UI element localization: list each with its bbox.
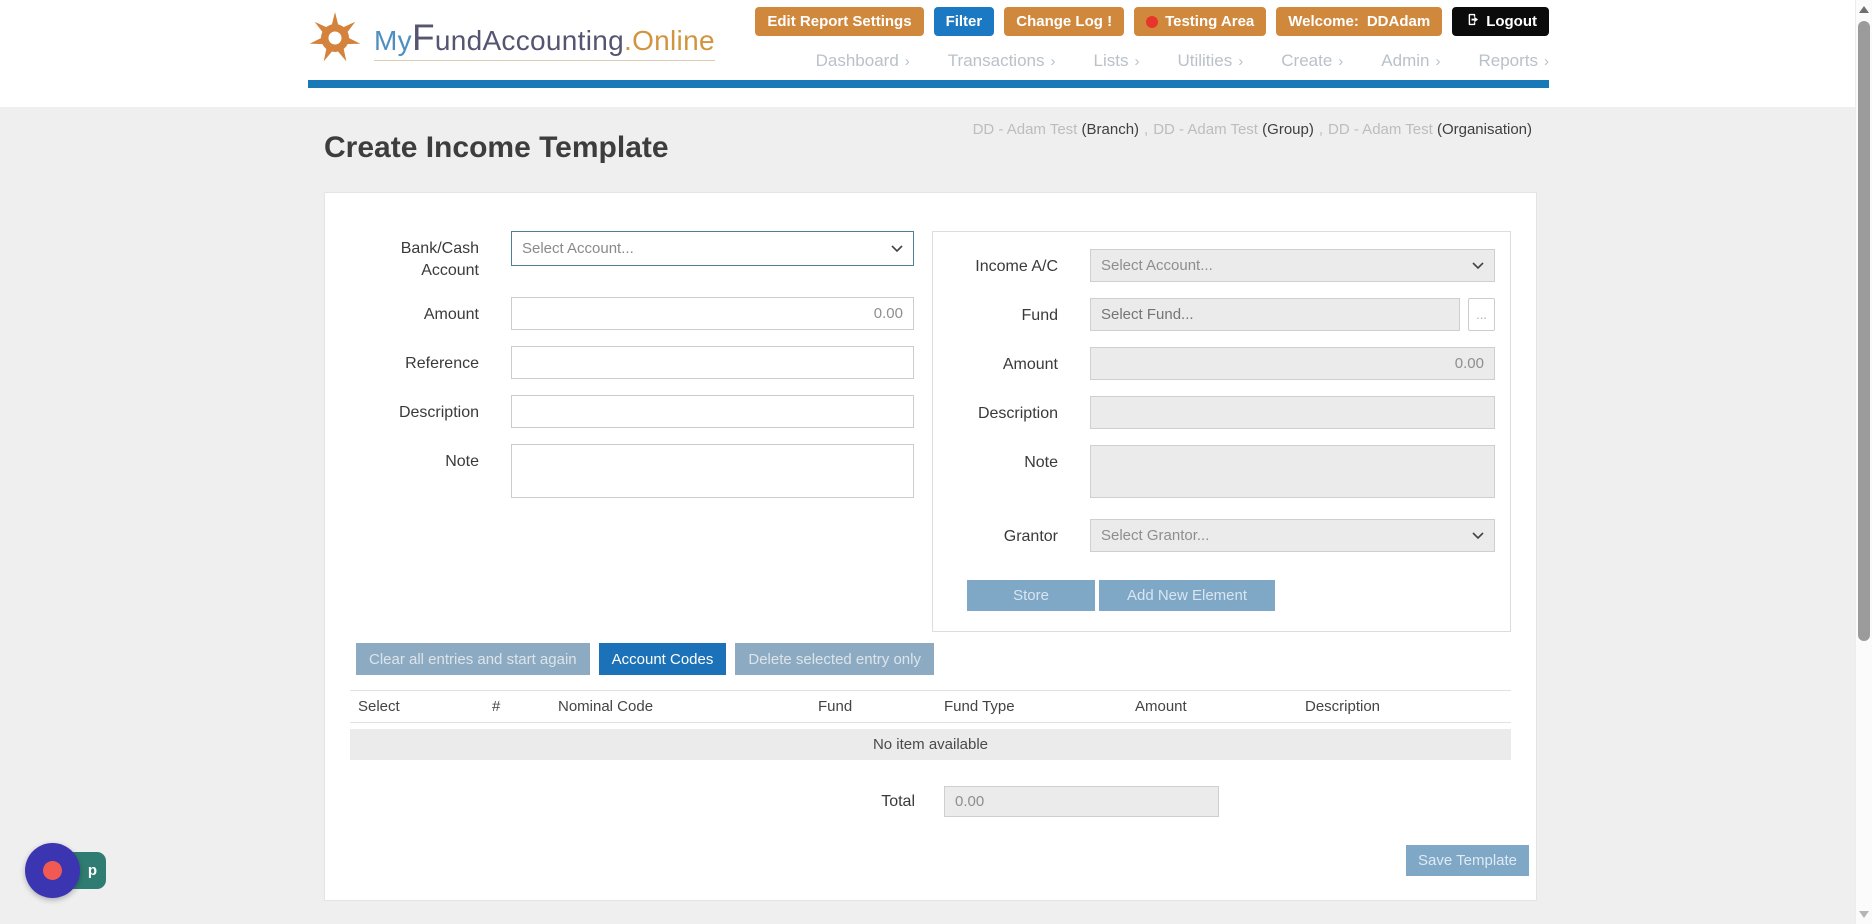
element-note-textarea[interactable] <box>1090 445 1495 498</box>
nav-admin[interactable]: Admin › <box>1381 51 1440 71</box>
col-fund-type: Fund Type <box>944 698 1015 715</box>
total-row: Total <box>325 786 1536 817</box>
income-ac-select[interactable]: Select Account... <box>1090 249 1495 282</box>
element-amount-label: Amount <box>1002 356 1058 373</box>
nav-utilities[interactable]: Utilities › <box>1177 51 1243 71</box>
scrollbar-thumb[interactable] <box>1858 21 1870 641</box>
app-logo[interactable]: MyFundAccounting.Online <box>306 8 715 71</box>
welcome-badge[interactable]: Welcome: DDAdam <box>1276 7 1443 36</box>
description-input[interactable] <box>511 395 914 429</box>
nav-create[interactable]: Create › <box>1281 51 1343 71</box>
delete-selected-entry-button[interactable]: Delete selected entry only <box>735 643 934 675</box>
fund-browse-button[interactable]: ... <box>1468 298 1495 331</box>
header-toolbar: Edit Report Settings Filter Change Log !… <box>755 7 1549 36</box>
feedback-dot-icon <box>43 861 62 880</box>
element-description-label: Description <box>977 405 1058 422</box>
template-form-card: Bank/Cash Account Select Account... Amou… <box>324 192 1537 901</box>
nav-dashboard[interactable]: Dashboard › <box>816 51 910 71</box>
col-number: # <box>492 698 501 715</box>
bank-cash-account-select[interactable]: Select Account... <box>511 231 914 266</box>
nav-reports[interactable]: Reports › <box>1478 51 1549 71</box>
clear-all-entries-button[interactable]: Clear all entries and start again <box>356 643 590 675</box>
add-new-element-button[interactable]: Add New Element <box>1099 580 1275 611</box>
brand-wordmark: MyFundAccounting.Online <box>374 19 715 61</box>
fund-input[interactable] <box>1090 298 1460 331</box>
col-fund: Fund <box>818 698 853 715</box>
store-button[interactable]: Store <box>967 580 1095 611</box>
element-amount-input[interactable] <box>1090 347 1495 380</box>
nav-lists[interactable]: Lists › <box>1093 51 1139 71</box>
logout-icon <box>1464 12 1479 31</box>
top-header: MyFundAccounting.Online Edit Report Sett… <box>0 0 1872 107</box>
element-note-label: Note <box>1024 454 1058 471</box>
chevron-right-icon: › <box>1544 52 1549 70</box>
amount-label: Amount <box>423 306 479 324</box>
page-title: Create Income Template <box>324 131 669 164</box>
chevron-right-icon: › <box>1435 52 1441 70</box>
col-select: Select <box>358 698 400 715</box>
chevron-down-icon <box>1472 527 1484 544</box>
save-template-button[interactable]: Save Template <box>1406 845 1529 876</box>
total-label: Total <box>881 792 915 810</box>
fund-label: Fund <box>1021 307 1058 324</box>
note-textarea[interactable] <box>511 444 914 499</box>
testing-area-button[interactable]: Testing Area <box>1134 7 1267 36</box>
col-description: Description <box>1305 698 1381 715</box>
income-ac-label: Income A/C <box>975 258 1058 275</box>
chevron-right-icon: › <box>1338 52 1344 70</box>
change-log-button[interactable]: Change Log ! <box>1004 7 1125 36</box>
reference-input[interactable] <box>511 346 914 380</box>
chevron-right-icon: › <box>904 52 910 70</box>
chevron-down-icon <box>1472 257 1484 274</box>
element-description-input[interactable] <box>1090 396 1495 429</box>
filter-button[interactable]: Filter <box>933 7 995 36</box>
header-accent-bar <box>308 80 1549 88</box>
account-codes-button[interactable]: Account Codes <box>598 643 727 675</box>
edit-report-settings-button[interactable]: Edit Report Settings <box>755 7 924 36</box>
main-content: DD - Adam Test (Branch), DD - Adam Test (… <box>0 107 1872 901</box>
amount-input[interactable] <box>511 297 914 331</box>
empty-state-row: No item available <box>350 729 1511 760</box>
main-navigation: Dashboard › Transactions › Lists › Utilitie… <box>816 51 1549 71</box>
entries-table-header: Select # Nominal Code Fund Fund Type Amo… <box>350 690 1511 723</box>
total-input <box>944 786 1219 817</box>
reference-label: Reference <box>405 355 479 373</box>
entry-actions: Clear all entries and start again Accoun… <box>356 643 1536 675</box>
scroll-up-arrow-icon[interactable] <box>1859 6 1869 13</box>
breadcrumb: DD - Adam Test (Branch), DD - Adam Test (… <box>972 121 1532 138</box>
logout-button[interactable]: Logout <box>1452 7 1549 36</box>
chevron-right-icon: › <box>1238 52 1244 70</box>
grantor-label: Grantor <box>1003 528 1058 545</box>
chevron-down-icon <box>891 240 903 257</box>
bank-details-form: Bank/Cash Account Select Account... Amou… <box>384 231 914 519</box>
grantor-select[interactable]: Select Grantor... <box>1090 519 1495 552</box>
chevron-right-icon: › <box>1134 52 1140 70</box>
sun-logo-icon <box>306 8 364 71</box>
vertical-scrollbar[interactable] <box>1855 0 1872 924</box>
bank-cash-account-label: Bank/Cash Account <box>400 240 479 279</box>
nav-transactions[interactable]: Transactions › <box>948 51 1056 71</box>
col-nominal-code: Nominal Code <box>558 698 654 715</box>
col-amount: Amount <box>1135 698 1187 715</box>
income-element-panel: Income A/C Select Account... Fund Select… <box>932 231 1511 632</box>
testing-status-dot-icon <box>1146 15 1159 28</box>
feedback-widget-button[interactable] <box>25 843 80 898</box>
scroll-down-arrow-icon[interactable] <box>1859 911 1869 918</box>
entries-table: Select # Nominal Code Fund Fund Type Amo… <box>350 690 1511 760</box>
note-label: Note <box>445 453 479 471</box>
chevron-right-icon: › <box>1050 52 1056 70</box>
description-label: Description <box>398 404 479 422</box>
